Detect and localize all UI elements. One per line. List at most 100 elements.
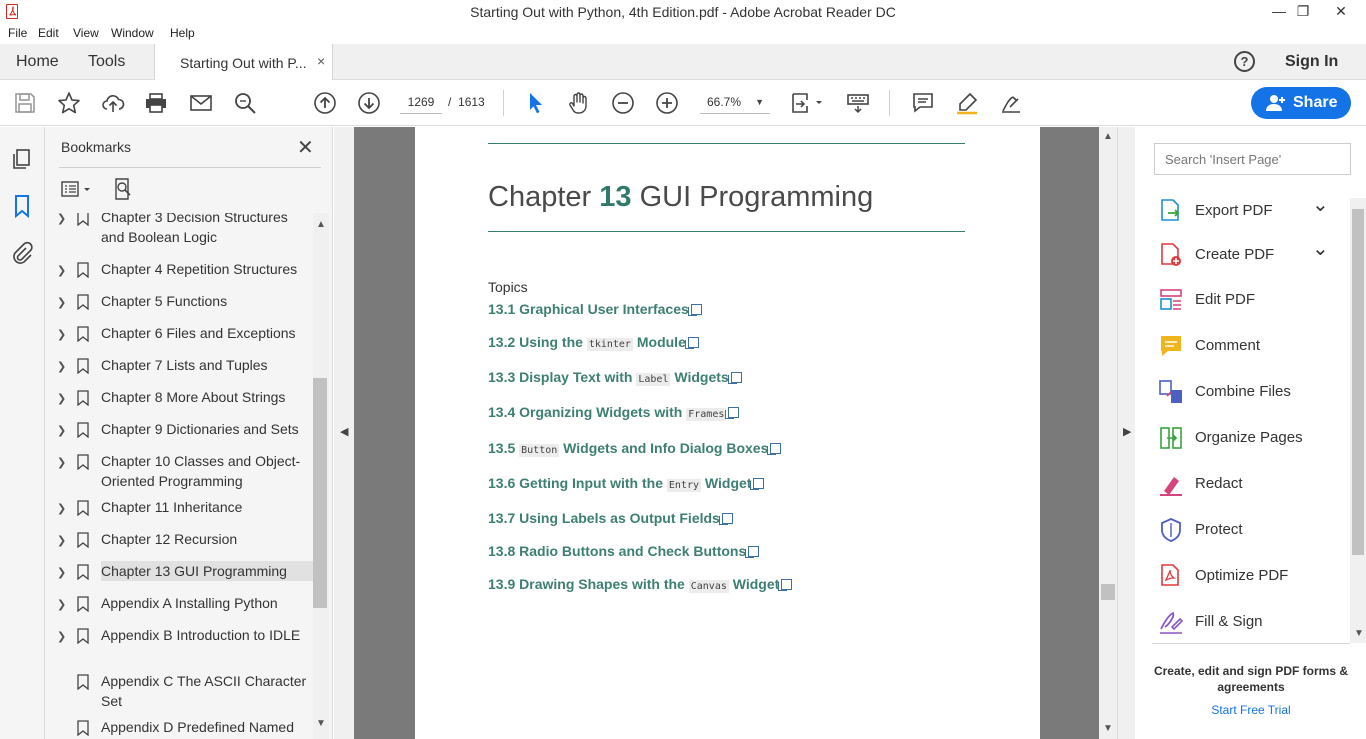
tab-tools[interactable]: Tools [88, 53, 125, 71]
tab-home[interactable]: Home [16, 53, 59, 71]
tools-search-input[interactable]: Search 'Insert Page' [1154, 143, 1351, 175]
chevron-right-icon[interactable]: ❯ [57, 325, 66, 345]
toc-link[interactable]: 13.9 Drawing Shapes with the Canvas Widg… [488, 576, 793, 593]
toc-link[interactable]: 13.2 Using the tkinter Module [488, 334, 699, 351]
bookmark-item[interactable]: Appendix D Predefined Named [45, 717, 313, 737]
select-cursor-icon[interactable] [524, 91, 548, 115]
next-page-icon[interactable] [357, 91, 381, 115]
page-fit-icon[interactable] [790, 91, 824, 115]
upload-cloud-icon[interactable] [101, 91, 125, 115]
start-free-trial-link[interactable]: Start Free Trial [1152, 703, 1350, 717]
bookmark-item[interactable]: ❯ Chapter 13 GUI Programming [45, 561, 313, 581]
bookmark-options-icon[interactable] [61, 179, 95, 201]
menu-edit[interactable]: Edit [38, 26, 59, 40]
toc-link[interactable]: 13.8 Radio Buttons and Check Buttons [488, 543, 760, 559]
bookmark-item[interactable]: ❯ Chapter 6 Files and Exceptions [45, 323, 313, 343]
tool-protect[interactable]: Protect [1158, 515, 1348, 545]
close-panel-icon[interactable]: ✕ [297, 135, 314, 160]
bookmark-item[interactable]: ❯ Chapter 8 More About Strings [45, 387, 313, 407]
tool-organize-pages[interactable]: Organize Pages [1158, 423, 1348, 453]
pages-thumbnail-icon[interactable] [10, 147, 34, 171]
close-tab-icon[interactable]: × [317, 53, 325, 69]
zoom-in-icon[interactable] [655, 91, 679, 115]
scroll-down-icon[interactable]: ▼ [1103, 723, 1113, 734]
chevron-right-icon[interactable]: ❯ [57, 627, 66, 647]
bookmark-item[interactable]: Appendix C The ASCII Character Set [45, 671, 313, 711]
document-scrollbar[interactable]: ▲ ▼ [1099, 127, 1117, 739]
toc-link[interactable]: 13.1 Graphical User Interfaces [488, 301, 702, 317]
toc-link[interactable]: 13.5 Button Widgets and Info Dialog Boxe… [488, 440, 782, 457]
menu-file[interactable]: File [8, 26, 27, 40]
tool-export-pdf[interactable]: Export PDF ⌄ [1158, 194, 1348, 226]
chevron-right-icon[interactable]: ❯ [57, 213, 66, 229]
previous-page-icon[interactable] [313, 91, 337, 115]
chevron-down-icon[interactable]: ⌄ [1312, 236, 1329, 261]
scroll-thumb[interactable] [1352, 209, 1364, 555]
collapse-left-icon[interactable]: ◀ [340, 425, 348, 438]
tab-document[interactable]: Starting Out with P... × [154, 44, 333, 81]
tool-create-pdf[interactable]: Create PDF ⌄ [1158, 238, 1348, 270]
tool-optimize-pdf[interactable]: Optimize PDF [1158, 561, 1348, 591]
save-icon[interactable] [13, 91, 37, 115]
tool-edit-pdf[interactable]: Edit PDF [1158, 285, 1348, 315]
keyboard-tool-icon[interactable] [846, 91, 870, 115]
scroll-down-icon[interactable]: ▼ [1354, 628, 1364, 639]
tool-comment[interactable]: Comment [1158, 331, 1348, 361]
toc-link[interactable]: 13.7 Using Labels as Output Fields [488, 510, 733, 526]
zoom-select[interactable]: 66.7% ▼ [700, 90, 770, 114]
close-window-button[interactable]: ✕ [1318, 0, 1364, 22]
bookmark-item[interactable]: ❯ Appendix A Installing Python [45, 593, 313, 613]
menu-view[interactable]: View [73, 26, 99, 40]
bookmark-item[interactable]: ❯ Chapter 12 Recursion [45, 529, 313, 549]
bookmark-item[interactable]: ❯ Chapter 9 Dictionaries and Sets [45, 419, 313, 439]
hand-tool-icon[interactable] [567, 91, 591, 115]
tool-redact[interactable]: Redact [1158, 469, 1348, 499]
sign-in-button[interactable]: Sign In [1285, 53, 1338, 71]
chevron-right-icon[interactable]: ❯ [57, 453, 66, 473]
comment-icon[interactable] [911, 91, 935, 115]
menu-window[interactable]: Window [111, 26, 154, 40]
scroll-thumb[interactable] [313, 378, 327, 608]
chevron-right-icon[interactable]: ❯ [57, 563, 66, 583]
toc-link[interactable]: 13.3 Display Text with Label Widgets [488, 369, 742, 386]
bookmark-item[interactable]: ❯ Chapter 3 Decision Structures and Boole… [45, 213, 313, 247]
toc-link[interactable]: 13.6 Getting Input with the Entry Widget [488, 475, 765, 492]
bookmark-item[interactable]: ❯ Chapter 5 Functions [45, 291, 313, 311]
page-number-input[interactable]: 1269 [400, 90, 442, 114]
sign-icon[interactable] [999, 91, 1023, 115]
scroll-down-icon[interactable]: ▼ [316, 718, 326, 729]
chevron-right-icon[interactable]: ❯ [57, 421, 66, 441]
bookmark-icon[interactable] [10, 194, 34, 219]
tool-combine-files[interactable]: Combine Files [1158, 377, 1348, 407]
left-panel-collapse[interactable]: ◀ [334, 127, 354, 739]
bookmark-item[interactable]: ❯ Chapter 7 Lists and Tuples [45, 355, 313, 375]
search-icon[interactable] [233, 91, 257, 115]
chevron-right-icon[interactable]: ❯ [57, 261, 66, 281]
tools-scrollbar[interactable]: ▼ [1350, 198, 1366, 643]
scroll-up-icon[interactable]: ▲ [1103, 131, 1113, 142]
star-icon[interactable] [57, 91, 81, 115]
collapse-right-icon[interactable]: ▶ [1123, 425, 1131, 438]
chevron-right-icon[interactable]: ❯ [57, 499, 66, 519]
share-button[interactable]: Share [1251, 87, 1351, 119]
chevron-down-icon[interactable]: ⌄ [1312, 192, 1329, 217]
bookmark-item[interactable]: ❯ Appendix B Introduction to IDLE [45, 625, 313, 665]
print-icon[interactable] [144, 91, 168, 115]
new-bookmark-icon[interactable] [113, 177, 135, 201]
chevron-right-icon[interactable]: ❯ [57, 357, 66, 377]
attachment-icon[interactable] [10, 241, 34, 265]
bookmark-item[interactable]: ❯ Chapter 4 Repetition Structures [45, 259, 313, 279]
tool-fill-sign[interactable]: Fill & Sign [1158, 607, 1348, 637]
chevron-right-icon[interactable]: ❯ [57, 531, 66, 551]
highlight-pen-icon[interactable] [955, 91, 979, 115]
zoom-out-icon[interactable] [611, 91, 635, 115]
bookmarks-scrollbar[interactable]: ▲ ▼ [313, 213, 329, 739]
chevron-right-icon[interactable]: ❯ [57, 389, 66, 409]
email-icon[interactable] [189, 91, 213, 115]
bookmark-item[interactable]: ❯ Chapter 11 Inheritance [45, 497, 313, 517]
chevron-right-icon[interactable]: ❯ [57, 595, 66, 615]
scroll-thumb[interactable] [1101, 584, 1115, 600]
menu-help[interactable]: Help [170, 26, 195, 40]
scroll-up-icon[interactable]: ▲ [316, 219, 326, 230]
help-icon[interactable]: ? [1234, 51, 1255, 72]
